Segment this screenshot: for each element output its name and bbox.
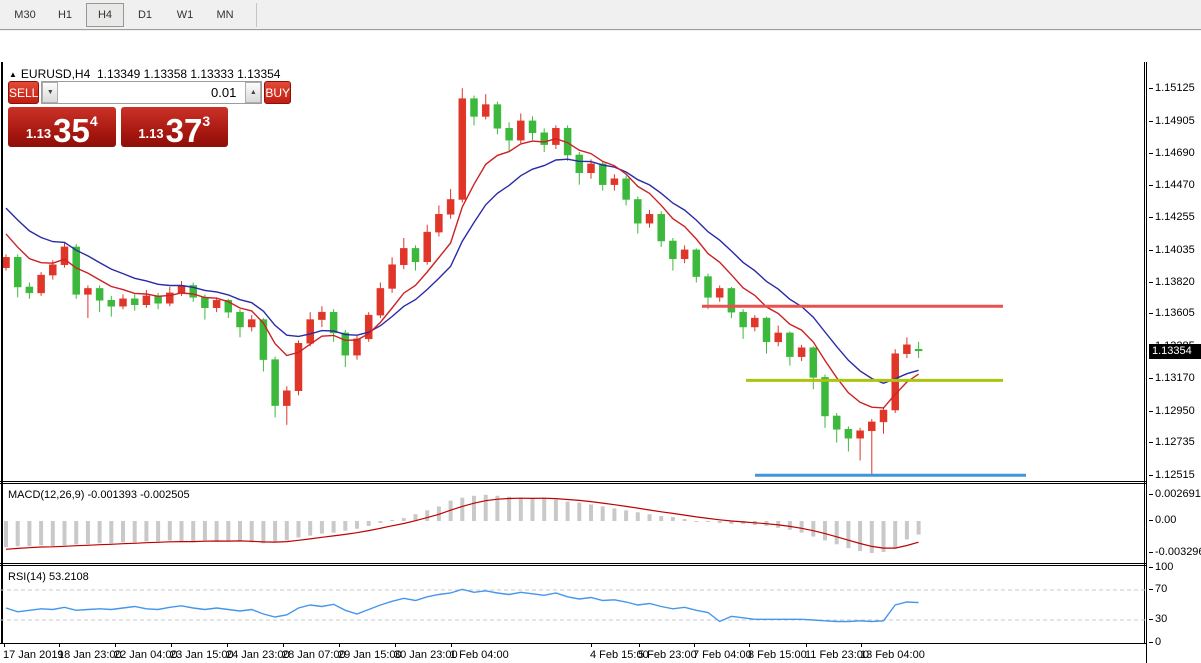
price-axis-label: 1.14470 xyxy=(1148,179,1195,191)
time-axis: 17 Jan 201918 Jan 23:0022 Jan 04:0023 Ja… xyxy=(0,644,1145,663)
time-axis-label: 7 Feb 04:00 xyxy=(693,649,752,661)
time-axis-tick xyxy=(451,644,452,647)
price-axis-label: 1.12515 xyxy=(1148,469,1195,481)
time-axis-tick xyxy=(861,644,862,647)
chart-window: ▲ EURUSD,H4 1.13349 1.13358 1.13333 1.133… xyxy=(0,31,1201,663)
time-axis-tick xyxy=(171,644,172,647)
time-axis-tick xyxy=(59,644,60,647)
one-click-trading-panel: SELL ▼ ▲ BUY 1.13 35 4 1.13 37 3 xyxy=(8,81,228,147)
macd-axis-label: 0.00 xyxy=(1148,514,1176,526)
volume-stepper: ▼ ▲ xyxy=(41,81,262,104)
symbol-arrow-icon: ▲ xyxy=(9,70,17,79)
time-axis-label: 13 Feb 04:00 xyxy=(860,649,925,661)
price-axis-label: 1.13605 xyxy=(1148,307,1195,319)
buy-price-pip: 3 xyxy=(202,113,210,129)
rsi-panel-canvas xyxy=(0,566,1146,643)
price-axis-label: 1.14690 xyxy=(1148,147,1195,159)
timeframe-button-d1[interactable]: D1 xyxy=(126,3,164,27)
chart-title-ohlc: 1.13349 1.13358 1.13333 1.13354 xyxy=(97,67,281,81)
rsi-axis-label: 70 xyxy=(1148,583,1167,595)
separator-line xyxy=(0,481,1200,482)
time-axis-label: 17 Jan 2019 xyxy=(3,649,64,661)
rsi-axis-label: 0 xyxy=(1148,636,1161,648)
timeframe-button-h1[interactable]: H1 xyxy=(46,3,84,27)
macd-name: MACD(12,26,9) xyxy=(8,489,84,501)
time-axis-tick xyxy=(283,644,284,647)
time-axis-tick xyxy=(749,644,750,647)
price-axis-label: 1.15125 xyxy=(1148,82,1195,94)
price-axis-label: 1.12735 xyxy=(1148,436,1195,448)
sell-price-main: 35 xyxy=(53,117,90,144)
buy-button[interactable]: BUY xyxy=(264,81,291,104)
price-axis: 1.15125 1.14905 1.14690 1.14470 1.14255 1.140… xyxy=(1146,62,1201,663)
chart-title: ▲ EURUSD,H4 1.13349 1.13358 1.13333 1.133… xyxy=(9,67,280,81)
time-axis-tick xyxy=(806,644,807,647)
time-axis-label: 1 Feb 04:00 xyxy=(450,649,509,661)
macd-axis-label: 0.002691 xyxy=(1148,488,1201,500)
chart-title-symbol: EURUSD,H4 xyxy=(21,67,90,81)
time-axis-tick xyxy=(694,644,695,647)
time-axis-label: 18 Jan 23:00 xyxy=(58,649,122,661)
buy-price-button[interactable]: 1.13 37 3 xyxy=(121,107,229,147)
toolbar-separator xyxy=(256,3,257,27)
sell-price-button[interactable]: 1.13 35 4 xyxy=(8,107,116,147)
volume-increase-button[interactable]: ▲ xyxy=(245,82,261,103)
time-axis-label: 30 Jan 23:00 xyxy=(394,649,458,661)
time-axis-tick xyxy=(395,644,396,647)
time-axis-tick xyxy=(115,644,116,647)
timeframe-buttons: M30H1H4D1W1MN xyxy=(6,3,246,27)
separator-line xyxy=(0,563,1200,564)
time-axis-tick xyxy=(591,644,592,647)
time-axis-tick xyxy=(339,644,340,647)
sell-price-pip: 4 xyxy=(90,113,98,129)
volume-input[interactable] xyxy=(58,82,245,103)
time-axis-tick xyxy=(639,644,640,647)
timeframe-button-m30[interactable]: M30 xyxy=(6,3,44,27)
price-axis-label: 1.14035 xyxy=(1148,244,1195,256)
time-axis-label: 22 Jan 04:00 xyxy=(114,649,178,661)
macd-axis-label: -0.003296 xyxy=(1148,546,1201,558)
price-axis-label: 1.13820 xyxy=(1148,276,1195,288)
macd-label: MACD(12,26,9) -0.001393 -0.002505 xyxy=(8,489,190,501)
sell-price-prefix: 1.13 xyxy=(26,126,51,141)
timeframe-button-w1[interactable]: W1 xyxy=(166,3,204,27)
volume-decrease-button[interactable]: ▼ xyxy=(42,82,58,103)
metatrader-window: M30H1H4D1W1MN ▲ EURUSD,H4 1.13349 1.13358… xyxy=(0,0,1201,663)
timeframe-button-mn[interactable]: MN xyxy=(206,3,244,27)
rsi-value: 53.2108 xyxy=(49,571,89,583)
macd-main-value: -0.001393 xyxy=(87,489,137,501)
price-axis-label: 1.13170 xyxy=(1148,372,1195,384)
volume-down-icon: ▼ xyxy=(47,89,54,96)
macd-signal-value: -0.002505 xyxy=(140,489,190,501)
buy-price-prefix: 1.13 xyxy=(138,126,163,141)
time-axis-label: 28 Jan 07:00 xyxy=(282,649,346,661)
time-axis-label: 5 Feb 23:00 xyxy=(638,649,697,661)
time-axis-label: 29 Jan 15:00 xyxy=(338,649,402,661)
current-price-tag: 1.13354 xyxy=(1149,344,1201,359)
buy-price-main: 37 xyxy=(166,117,203,144)
rsi-label: RSI(14) 53.2108 xyxy=(8,571,89,583)
time-axis-label: 8 Feb 15:00 xyxy=(748,649,807,661)
rsi-name: RSI(14) xyxy=(8,571,46,583)
time-axis-tick xyxy=(227,644,228,647)
rsi-axis-label: 100 xyxy=(1148,561,1173,573)
timeframe-button-h4[interactable]: H4 xyxy=(86,3,124,27)
price-axis-label: 1.14255 xyxy=(1148,211,1195,223)
price-axis-label: 1.14905 xyxy=(1148,115,1195,127)
timeframe-toolbar: M30H1H4D1W1MN xyxy=(0,0,1201,30)
time-axis-tick xyxy=(4,644,5,647)
rsi-axis-label: 30 xyxy=(1148,613,1167,625)
sell-button[interactable]: SELL xyxy=(8,81,39,104)
price-axis-label: 1.12950 xyxy=(1148,405,1195,417)
time-axis-label: 24 Jan 23:00 xyxy=(226,649,290,661)
time-axis-label: 23 Jan 15:00 xyxy=(170,649,234,661)
volume-up-icon: ▲ xyxy=(250,89,257,96)
